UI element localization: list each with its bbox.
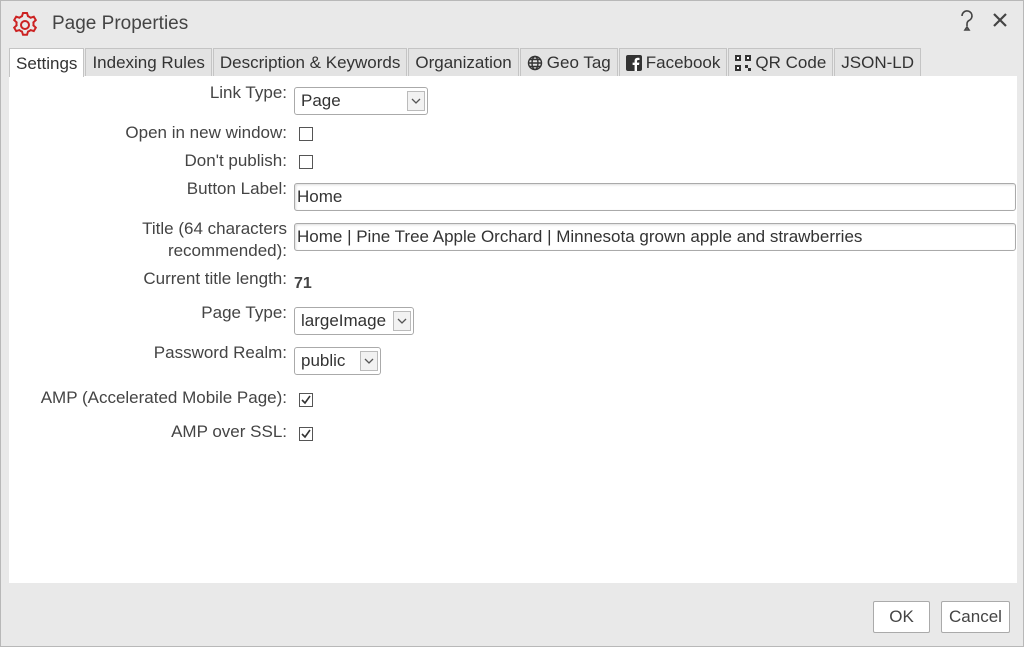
gear-icon [11, 11, 39, 39]
amp-checkbox[interactable] [299, 393, 313, 407]
qr-code-icon [735, 54, 752, 71]
tab-label: Description & Keywords [219, 53, 401, 72]
dialog-title: Page Properties [52, 13, 189, 34]
title-input[interactable]: Home | Pine Tree Apple Orchard | Minneso… [294, 223, 1016, 251]
checkmark-icon [301, 395, 311, 405]
password-realm-label: Password Realm: [153, 343, 287, 362]
password-realm-select[interactable]: public [294, 347, 381, 375]
button-label-label: Button Label: [186, 179, 287, 198]
page-properties-dialog: Page Properties Settings Indexing Rules … [0, 0, 1024, 647]
tab-label: Settings [16, 53, 78, 73]
checkmark-icon [301, 429, 311, 439]
chevron-down-icon [393, 311, 411, 331]
tab-label: QR Code [755, 53, 827, 72]
title-label-line2: recommended): [167, 241, 287, 260]
tab-description-keywords[interactable]: Description & Keywords [212, 48, 408, 76]
close-icon[interactable] [991, 11, 1009, 29]
globe-icon [527, 55, 543, 71]
tab-label: JSON-LD [841, 53, 915, 72]
tab-bar: Settings Indexing Rules Description & Ke… [9, 48, 922, 77]
current-title-length-value: 71 [294, 275, 312, 292]
page-type-label: Page Type: [201, 303, 287, 322]
tab-json-ld[interactable]: JSON-LD [834, 48, 922, 76]
chevron-down-icon [360, 351, 378, 371]
chevron-down-icon [407, 91, 425, 111]
open-new-window-label: Open in new window: [125, 123, 287, 142]
tab-qr-code[interactable]: QR Code [728, 48, 834, 76]
tab-label: Geo Tag [546, 53, 611, 72]
tab-geo-tag[interactable]: Geo Tag [519, 48, 618, 76]
facebook-icon [625, 54, 642, 71]
amp-label: AMP (Accelerated Mobile Page): [40, 388, 287, 407]
amp-ssl-label: AMP over SSL: [171, 422, 287, 441]
page-type-select[interactable]: largeImage [294, 307, 414, 335]
settings-panel: Link Type: Page Open in new window: Don'… [9, 76, 1017, 583]
link-type-value: Page [301, 91, 341, 110]
page-type-value: largeImage [301, 311, 387, 330]
cancel-button[interactable]: Cancel [941, 601, 1010, 633]
password-realm-value: public [301, 351, 346, 370]
tab-indexing-rules[interactable]: Indexing Rules [85, 48, 212, 76]
button-label-input[interactable]: Home [294, 183, 1016, 211]
tab-organization[interactable]: Organization [408, 48, 519, 76]
dont-publish-checkbox[interactable] [299, 155, 313, 169]
help-icon[interactable] [957, 9, 977, 35]
open-new-window-checkbox[interactable] [299, 127, 313, 141]
tab-label: Organization [415, 53, 512, 72]
current-title-length-label: Current title length: [143, 269, 287, 288]
link-type-label: Link Type: [209, 83, 287, 102]
link-type-select[interactable]: Page [294, 87, 428, 115]
ok-button[interactable]: OK [873, 601, 930, 633]
tab-label: Indexing Rules [92, 53, 205, 72]
tab-label: Facebook [645, 53, 721, 72]
tab-facebook[interactable]: Facebook [618, 48, 728, 76]
amp-ssl-checkbox[interactable] [299, 427, 313, 441]
title-label-line1: Title (64 characters [142, 219, 287, 238]
dont-publish-label: Don't publish: [184, 151, 287, 170]
title-bar: Page Properties [1, 1, 1023, 47]
tab-settings[interactable]: Settings [9, 48, 85, 77]
